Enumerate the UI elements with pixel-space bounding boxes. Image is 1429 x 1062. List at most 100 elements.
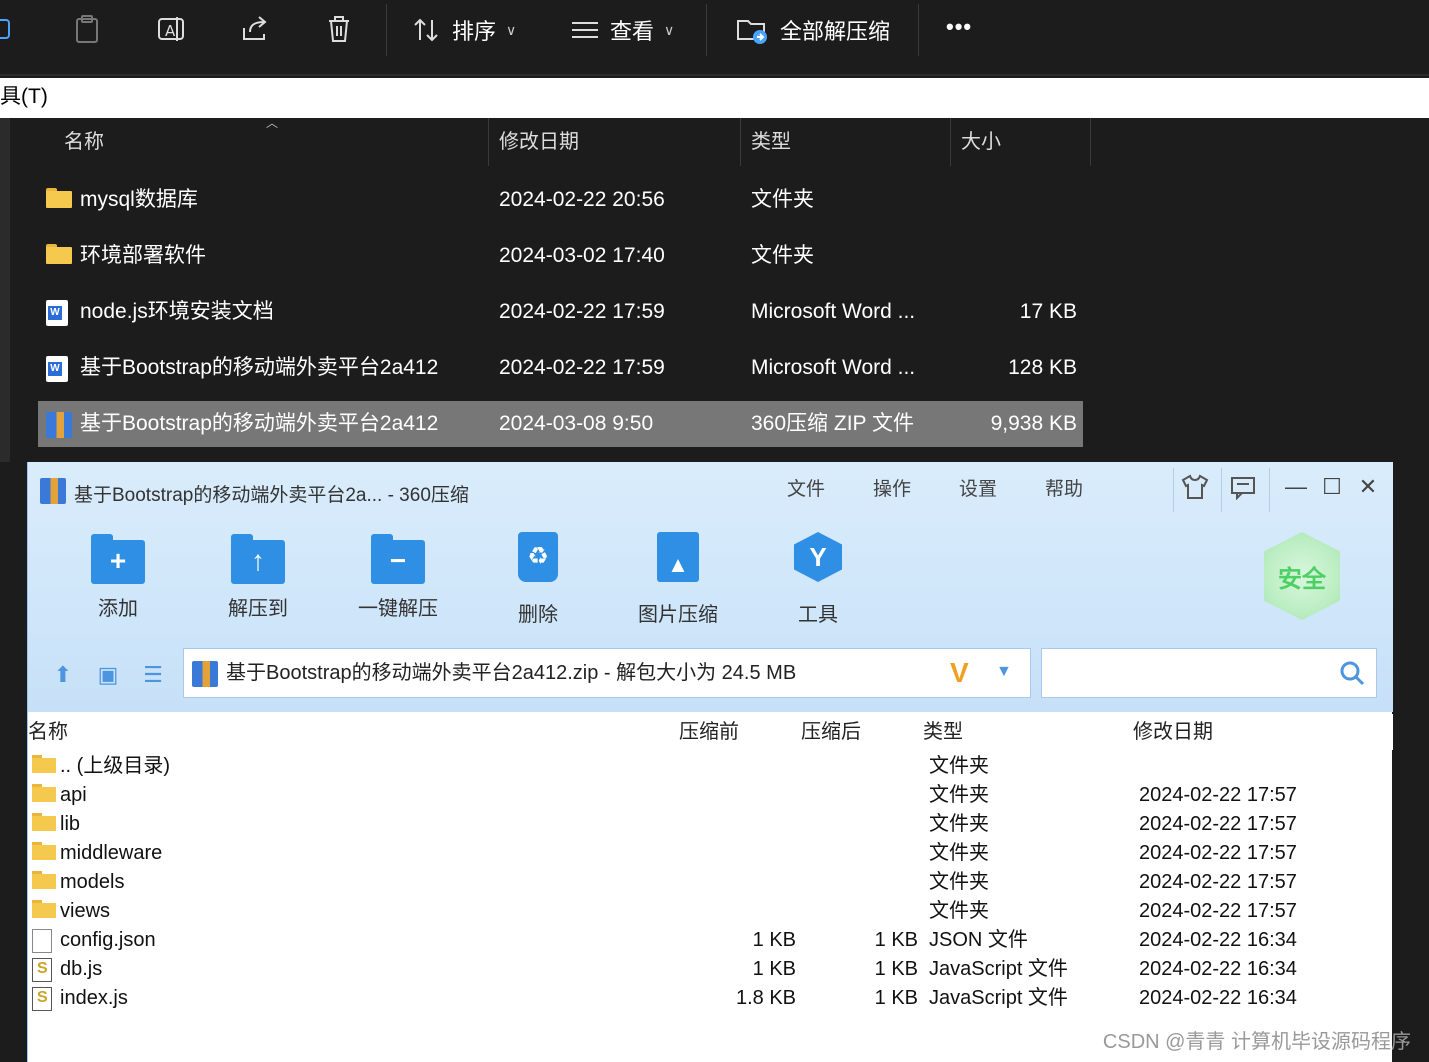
- file-name: 环境部署软件: [80, 244, 206, 267]
- share-icon[interactable]: [238, 12, 272, 46]
- add-folder-icon: +: [91, 534, 145, 584]
- up-level-icon[interactable]: ⬆: [48, 660, 78, 690]
- search-icon[interactable]: [1338, 659, 1366, 687]
- zip-list-row[interactable]: models 文件夹 2024-02-22 17:57: [28, 868, 1393, 897]
- minimize-icon[interactable]: —: [1281, 474, 1311, 500]
- entry-name: models: [60, 871, 125, 893]
- add-button[interactable]: + 添加: [68, 532, 168, 621]
- file-row[interactable]: W 基于Bootstrap的移动端外卖平台2a412 2024-02-22 17…: [38, 345, 1083, 391]
- file-size: 9,938 KB: [990, 412, 1077, 435]
- image-compress-icon: ▲: [657, 532, 699, 582]
- column-divider[interactable]: [1090, 118, 1091, 166]
- image-compress-label: 图片压缩: [638, 604, 718, 626]
- menu-settings[interactable]: 设置: [959, 474, 997, 501]
- one-click-extract-icon: −: [371, 534, 425, 584]
- column-header-name[interactable]: 名称: [28, 714, 68, 750]
- delete-button[interactable]: ♻ 删除: [488, 532, 588, 627]
- zip-list-row[interactable]: .. (上级目录) 文件夹: [28, 752, 1393, 781]
- zip-archive-icon: [46, 412, 72, 438]
- delete-icon[interactable]: [322, 12, 356, 46]
- skin-shirt-icon[interactable]: [1180, 474, 1210, 506]
- word-doc-icon: W: [46, 356, 72, 382]
- menu-bar: 具(T): [0, 78, 1429, 118]
- toolbar-divider: [386, 4, 387, 56]
- folder-icon: [32, 813, 56, 831]
- zip-list-row[interactable]: middleware 文件夹 2024-02-22 17:57: [28, 839, 1393, 868]
- entry-type: JavaScript 文件: [929, 958, 1068, 980]
- menu-operate[interactable]: 操作: [873, 474, 911, 501]
- dropdown-arrow-icon[interactable]: ▼: [996, 663, 1012, 681]
- thumbnail-view-icon[interactable]: ▣: [93, 660, 123, 690]
- tools-label: 工具: [798, 604, 838, 626]
- extract-all-button[interactable]: 全部解压缩: [736, 14, 890, 46]
- address-bar[interactable]: 基于Bootstrap的移动端外卖平台2a412.zip - 解包大小为 24.…: [183, 648, 1031, 698]
- close-icon[interactable]: ✕: [1353, 474, 1383, 500]
- zip-list-row[interactable]: api 文件夹 2024-02-22 17:57: [28, 781, 1393, 810]
- column-header-modified[interactable]: 修改日期: [499, 118, 579, 166]
- svg-text:A: A: [165, 22, 176, 40]
- search-input[interactable]: [1041, 648, 1377, 698]
- zip-list-row[interactable]: lib 文件夹 2024-02-22 17:57: [28, 810, 1393, 839]
- column-header-modified[interactable]: 修改日期: [1133, 714, 1213, 750]
- folder-icon: [46, 244, 72, 268]
- file-row-selected[interactable]: 基于Bootstrap的移动端外卖平台2a412 2024-03-08 9:50…: [38, 401, 1083, 447]
- entry-type: 文件夹: [929, 813, 989, 835]
- menu-file[interactable]: 文件: [787, 474, 825, 501]
- menu-tools[interactable]: 具(T): [0, 85, 48, 108]
- column-header-after[interactable]: 压缩后: [801, 714, 861, 750]
- more-button[interactable]: •••: [946, 14, 972, 40]
- extract-to-button[interactable]: ↑ 解压到: [208, 532, 308, 621]
- sort-button[interactable]: 排序 ∨: [412, 14, 516, 46]
- one-click-extract-button[interactable]: − 一键解压: [348, 532, 448, 621]
- column-divider[interactable]: [488, 118, 489, 166]
- entry-type: JSON 文件: [929, 929, 1028, 951]
- rename-icon[interactable]: [0, 12, 20, 46]
- chevron-down-icon: ∨: [664, 21, 675, 38]
- file-row[interactable]: W node.js环境安装文档 2024-02-22 17:59 Microso…: [38, 289, 1083, 335]
- folder-icon: [32, 755, 56, 773]
- column-header-before[interactable]: 压缩前: [679, 714, 739, 750]
- entry-modified: 2024-02-22 17:57: [1139, 784, 1297, 806]
- entry-name: .. (上级目录): [60, 755, 170, 777]
- maximize-icon[interactable]: ☐: [1317, 474, 1347, 500]
- entry-type: 文件夹: [929, 900, 989, 922]
- file-row[interactable]: 环境部署软件 2024-03-02 17:40 文件夹: [38, 233, 1083, 279]
- menu-help[interactable]: 帮助: [1045, 474, 1083, 501]
- sort-ascending-icon: ︿: [266, 116, 279, 130]
- toolbar-divider: [918, 4, 919, 56]
- entry-name: index.js: [60, 987, 128, 1009]
- address-text: 基于Bootstrap的移动端外卖平台2a412.zip - 解包大小为 24.…: [226, 662, 797, 684]
- image-compress-button[interactable]: ▲ 图片压缩: [628, 532, 728, 627]
- feedback-icon[interactable]: [1228, 474, 1258, 506]
- column-divider[interactable]: [950, 118, 951, 166]
- one-click-extract-label: 一键解压: [358, 598, 438, 620]
- word-doc-icon: W: [46, 300, 72, 326]
- tools-button[interactable]: Y 工具: [768, 532, 868, 627]
- column-header-type[interactable]: 类型: [923, 714, 963, 750]
- column-header-size[interactable]: 大小: [961, 118, 1001, 166]
- paste-icon[interactable]: [70, 12, 104, 46]
- security-badge[interactable]: 安全: [1264, 532, 1340, 620]
- file-icon: [32, 929, 52, 953]
- rename-text-icon[interactable]: A: [154, 12, 188, 46]
- folder-icon: [32, 842, 56, 860]
- zip-list-row[interactable]: index.js 1.8 KB 1 KB JavaScript 文件 2024-…: [28, 984, 1393, 1013]
- verified-v-icon: V: [950, 657, 969, 688]
- column-header-name[interactable]: 名称: [64, 118, 104, 166]
- entry-name: config.json: [60, 929, 156, 951]
- zip-list-row[interactable]: db.js 1 KB 1 KB JavaScript 文件 2024-02-22…: [28, 955, 1393, 984]
- view-button[interactable]: 查看 ∨: [570, 14, 674, 46]
- zip-list-row[interactable]: config.json 1 KB 1 KB JSON 文件 2024-02-22…: [28, 926, 1393, 955]
- column-header-type[interactable]: 类型: [751, 118, 791, 166]
- file-row[interactable]: mysql数据库 2024-02-22 20:56 文件夹: [38, 177, 1083, 223]
- zip-list-row[interactable]: views 文件夹 2024-02-22 17:57: [28, 897, 1393, 926]
- more-icon: •••: [946, 14, 973, 39]
- file-type: 文件夹: [751, 188, 814, 211]
- list-view-icon[interactable]: ☰: [138, 660, 168, 690]
- sort-label: 排序: [452, 19, 497, 44]
- delete-label: 删除: [518, 604, 558, 626]
- folder-icon: [46, 188, 72, 212]
- folder-icon: [32, 900, 56, 918]
- entry-before: 1 KB: [752, 929, 796, 951]
- column-divider[interactable]: [740, 118, 741, 166]
